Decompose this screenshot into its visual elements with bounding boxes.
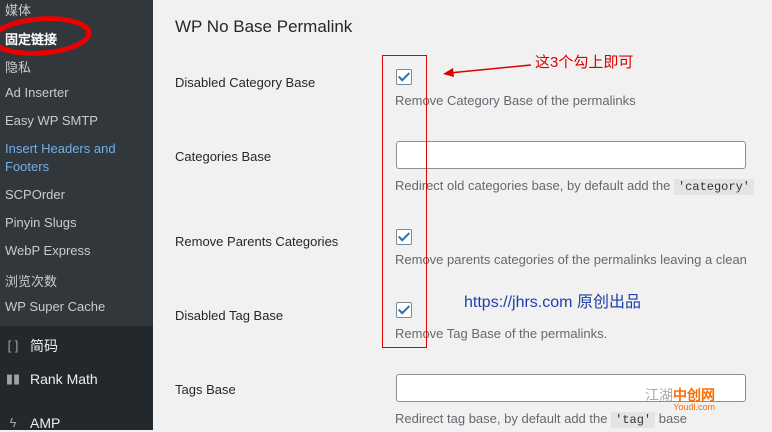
menu-item-label: Rank Math xyxy=(30,371,98,387)
category-code: 'category' xyxy=(673,179,754,195)
submenu-item-pinyin-slugs[interactable]: Pinyin Slugs xyxy=(5,215,77,230)
disabled-category-base-label: Disabled Category Base xyxy=(175,75,316,90)
submenu-item-privacy[interactable]: 隐私 xyxy=(5,57,31,76)
categories-base-input[interactable] xyxy=(396,141,746,169)
section-title: WP No Base Permalink xyxy=(175,17,353,36)
disabled-tag-base-label: Disabled Tag Base xyxy=(175,308,284,323)
red-arrow-icon xyxy=(443,64,532,77)
categories-base-label: Categories Base xyxy=(175,149,272,164)
logo-text: 江湖 xyxy=(645,387,673,403)
disabled-category-base-desc: Remove Category Base of the permalinks xyxy=(395,93,636,108)
submenu-item-easy-wp-smtp[interactable]: Easy WP SMTP xyxy=(5,113,98,128)
menu-item-label: AMP xyxy=(30,415,61,431)
brackets-icon: [ ] xyxy=(7,338,19,353)
tags-base-label: Tags Base xyxy=(175,382,236,397)
menu-item-label: 简码 xyxy=(30,338,58,354)
submenu-item-webp-express[interactable]: WebP Express xyxy=(5,243,91,258)
annotation-text: 这3个勾上即可 xyxy=(535,54,634,71)
watermark-url: https://jhrs.com xyxy=(464,294,573,311)
categories-base-desc-text: Redirect old categories base, by default… xyxy=(395,178,671,193)
menu-item-amp[interactable]: ϟ AMP xyxy=(4,414,61,432)
logo-sub: Youdl.com xyxy=(673,402,715,412)
watermark-suffix: 原创出品 xyxy=(576,294,641,311)
logo-brand: 中创网 xyxy=(673,387,715,403)
menu-item-rank-math[interactable]: ▮▮ Rank Math xyxy=(4,370,98,388)
amp-icon: ϟ xyxy=(9,415,17,430)
red-circle-highlight xyxy=(0,16,92,56)
submenu-item-insert-headers-footers[interactable]: Insert Headers and Footers xyxy=(5,140,125,176)
submenu-item-ad-inserter[interactable]: Ad Inserter xyxy=(5,85,69,100)
rank-math-icon: ▮▮ xyxy=(5,371,21,386)
menu-item-shortcodes[interactable]: [ ] 简码 xyxy=(4,336,58,356)
submenu-item-scporder[interactable]: SCPOrder xyxy=(5,187,65,202)
submenu-item-views[interactable]: 浏览次数 xyxy=(5,271,57,290)
tags-base-desc-text: Redirect tag base, by default add the xyxy=(395,411,608,426)
submenu-item-wp-super-cache[interactable]: WP Super Cache xyxy=(5,299,105,314)
tag-code: 'tag' xyxy=(611,412,656,428)
remove-parents-categories-label: Remove Parents Categories xyxy=(175,234,339,249)
red-highlight-box xyxy=(382,55,427,348)
tags-base-desc: Redirect tag base, by default add the 't… xyxy=(395,411,687,428)
tags-base-desc-tail: base xyxy=(658,411,687,426)
site-logo: 江湖中创网 Youdl.com xyxy=(645,385,715,412)
admin-sidebar: 媒体 固定链接 隐私 Ad Inserter Easy WP SMTP Inse… xyxy=(0,0,153,432)
remove-parents-categories-desc: Remove parents categories of the permali… xyxy=(395,252,747,267)
categories-base-desc: Redirect old categories base, by default… xyxy=(395,178,754,195)
watermark: https://jhrs.com 原创出品 xyxy=(464,288,641,312)
